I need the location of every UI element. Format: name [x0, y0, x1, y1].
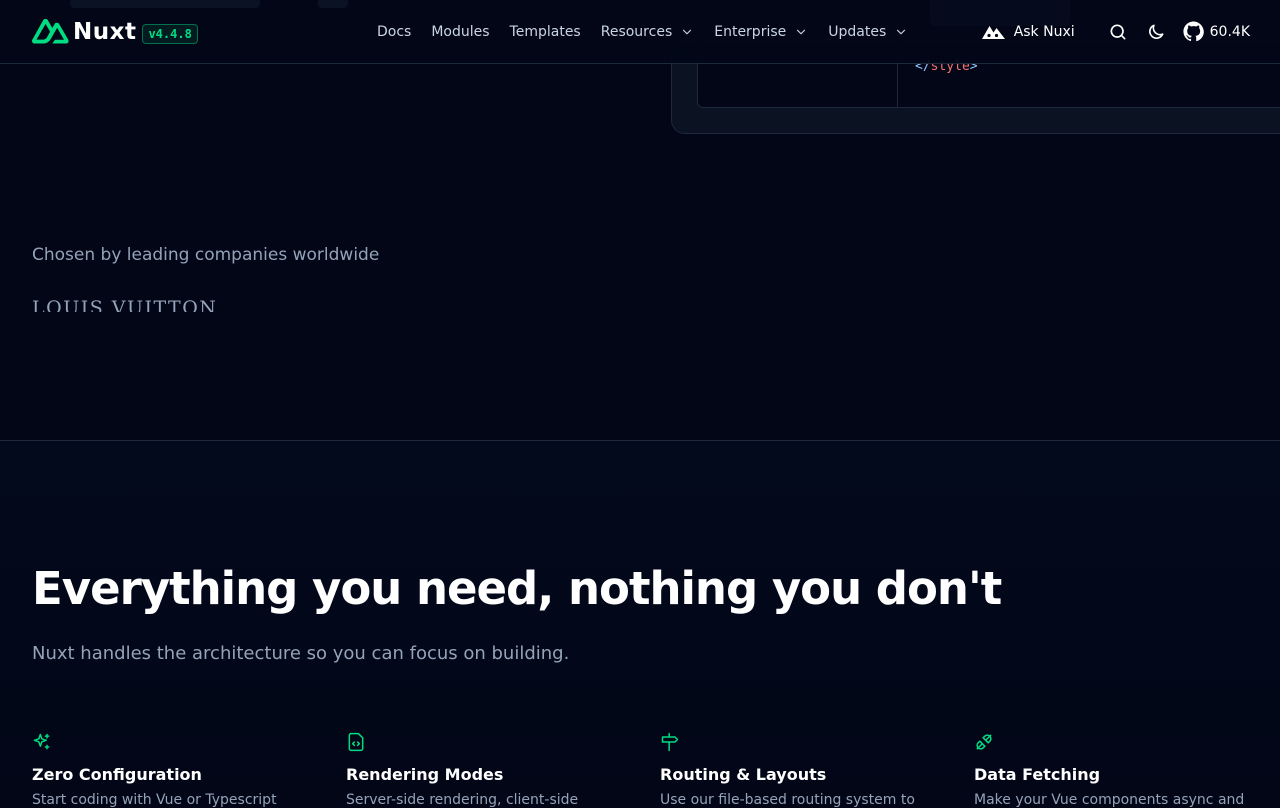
- feature-title: Routing & Layouts: [660, 765, 827, 784]
- github-stars-link[interactable]: 60.4K: [1183, 21, 1250, 42]
- feature-card-data-fetching[interactable]: Data Fetching Make your Vue components a…: [974, 732, 1254, 808]
- feature-description: Make your Vue components async and: [974, 792, 1245, 808]
- feature-card-zero-config[interactable]: Zero Configuration Start coding with Vue…: [32, 732, 312, 808]
- nav-item-docs[interactable]: Docs: [367, 0, 421, 63]
- nav-item-modules[interactable]: Modules: [421, 0, 499, 63]
- file-code-icon: [348, 732, 364, 752]
- feature-description: Start coding with Vue or Typescript: [32, 792, 277, 808]
- moon-icon[interactable]: [1146, 22, 1166, 42]
- nav-item-label: Modules: [431, 23, 490, 40]
- site-header: Nuxt v4.4.8 Docs Modules Templates Resou…: [0, 0, 1280, 64]
- scrolled-content-fragment: [70, 0, 260, 8]
- feature-title: Zero Configuration: [32, 765, 202, 784]
- features-title: Everything you need, nothing you don't: [32, 562, 1002, 615]
- company-logo-louis-vuitton: LOUIS VUITTON: [32, 298, 218, 312]
- sparkles-icon: [33, 733, 50, 750]
- version-badge[interactable]: v4.4.8: [142, 24, 198, 44]
- chevron-down-icon: [897, 29, 906, 34]
- ask-nuxi-label: Ask Nuxi: [1013, 23, 1075, 40]
- header-tools: Ask Nuxi 60.4K: [981, 0, 1250, 63]
- home-logo-link[interactable]: Nuxt v4.4.8: [32, 18, 198, 46]
- feature-card-routing-layouts[interactable]: Routing & Layouts Use our file-based rou…: [660, 732, 940, 808]
- feature-card-rendering-modes[interactable]: Rendering Modes Server-side rendering, c…: [346, 732, 626, 808]
- nav-item-updates[interactable]: Updates: [818, 0, 918, 63]
- plug-icon: [976, 734, 992, 750]
- main-nav: Docs Modules Templates Resources Enterpr…: [367, 0, 918, 63]
- ask-nuxi-button[interactable]: Ask Nuxi: [981, 23, 1075, 41]
- github-icon: [1183, 21, 1204, 42]
- feature-description: Use our file-based routing system to: [660, 792, 915, 808]
- nav-item-enterprise[interactable]: Enterprise: [704, 0, 818, 63]
- search-icon[interactable]: [1108, 22, 1128, 42]
- chevron-down-icon: [797, 29, 806, 34]
- feature-title: Data Fetching: [974, 765, 1101, 784]
- nav-item-label: Resources: [600, 23, 673, 40]
- nav-item-label: Templates: [509, 23, 581, 40]
- features-subtitle: Nuxt handles the architecture so you can…: [32, 643, 570, 664]
- nuxi-mountain-icon: [981, 25, 1005, 39]
- feature-title: Rendering Modes: [346, 765, 504, 784]
- nav-item-templates[interactable]: Templates: [500, 0, 591, 63]
- nav-item-label: Docs: [377, 23, 412, 40]
- nav-item-resources[interactable]: Resources: [591, 0, 705, 63]
- nav-item-label: Enterprise: [714, 23, 787, 40]
- chevron-down-icon: [683, 29, 692, 34]
- company-logo-strip: LOUIS VUITTON: [32, 298, 217, 312]
- nuxt-logo-icon: [32, 19, 69, 44]
- feature-description: Server-side rendering, client-side: [346, 792, 579, 808]
- github-stars-count: 60.4K: [1209, 23, 1250, 40]
- companies-heading: Chosen by leading companies worldwide: [32, 245, 380, 265]
- brand-name: Nuxt: [73, 19, 137, 45]
- signpost-icon: [661, 732, 679, 752]
- scrolled-content-fragment: [318, 0, 348, 8]
- nav-item-label: Updates: [828, 23, 887, 40]
